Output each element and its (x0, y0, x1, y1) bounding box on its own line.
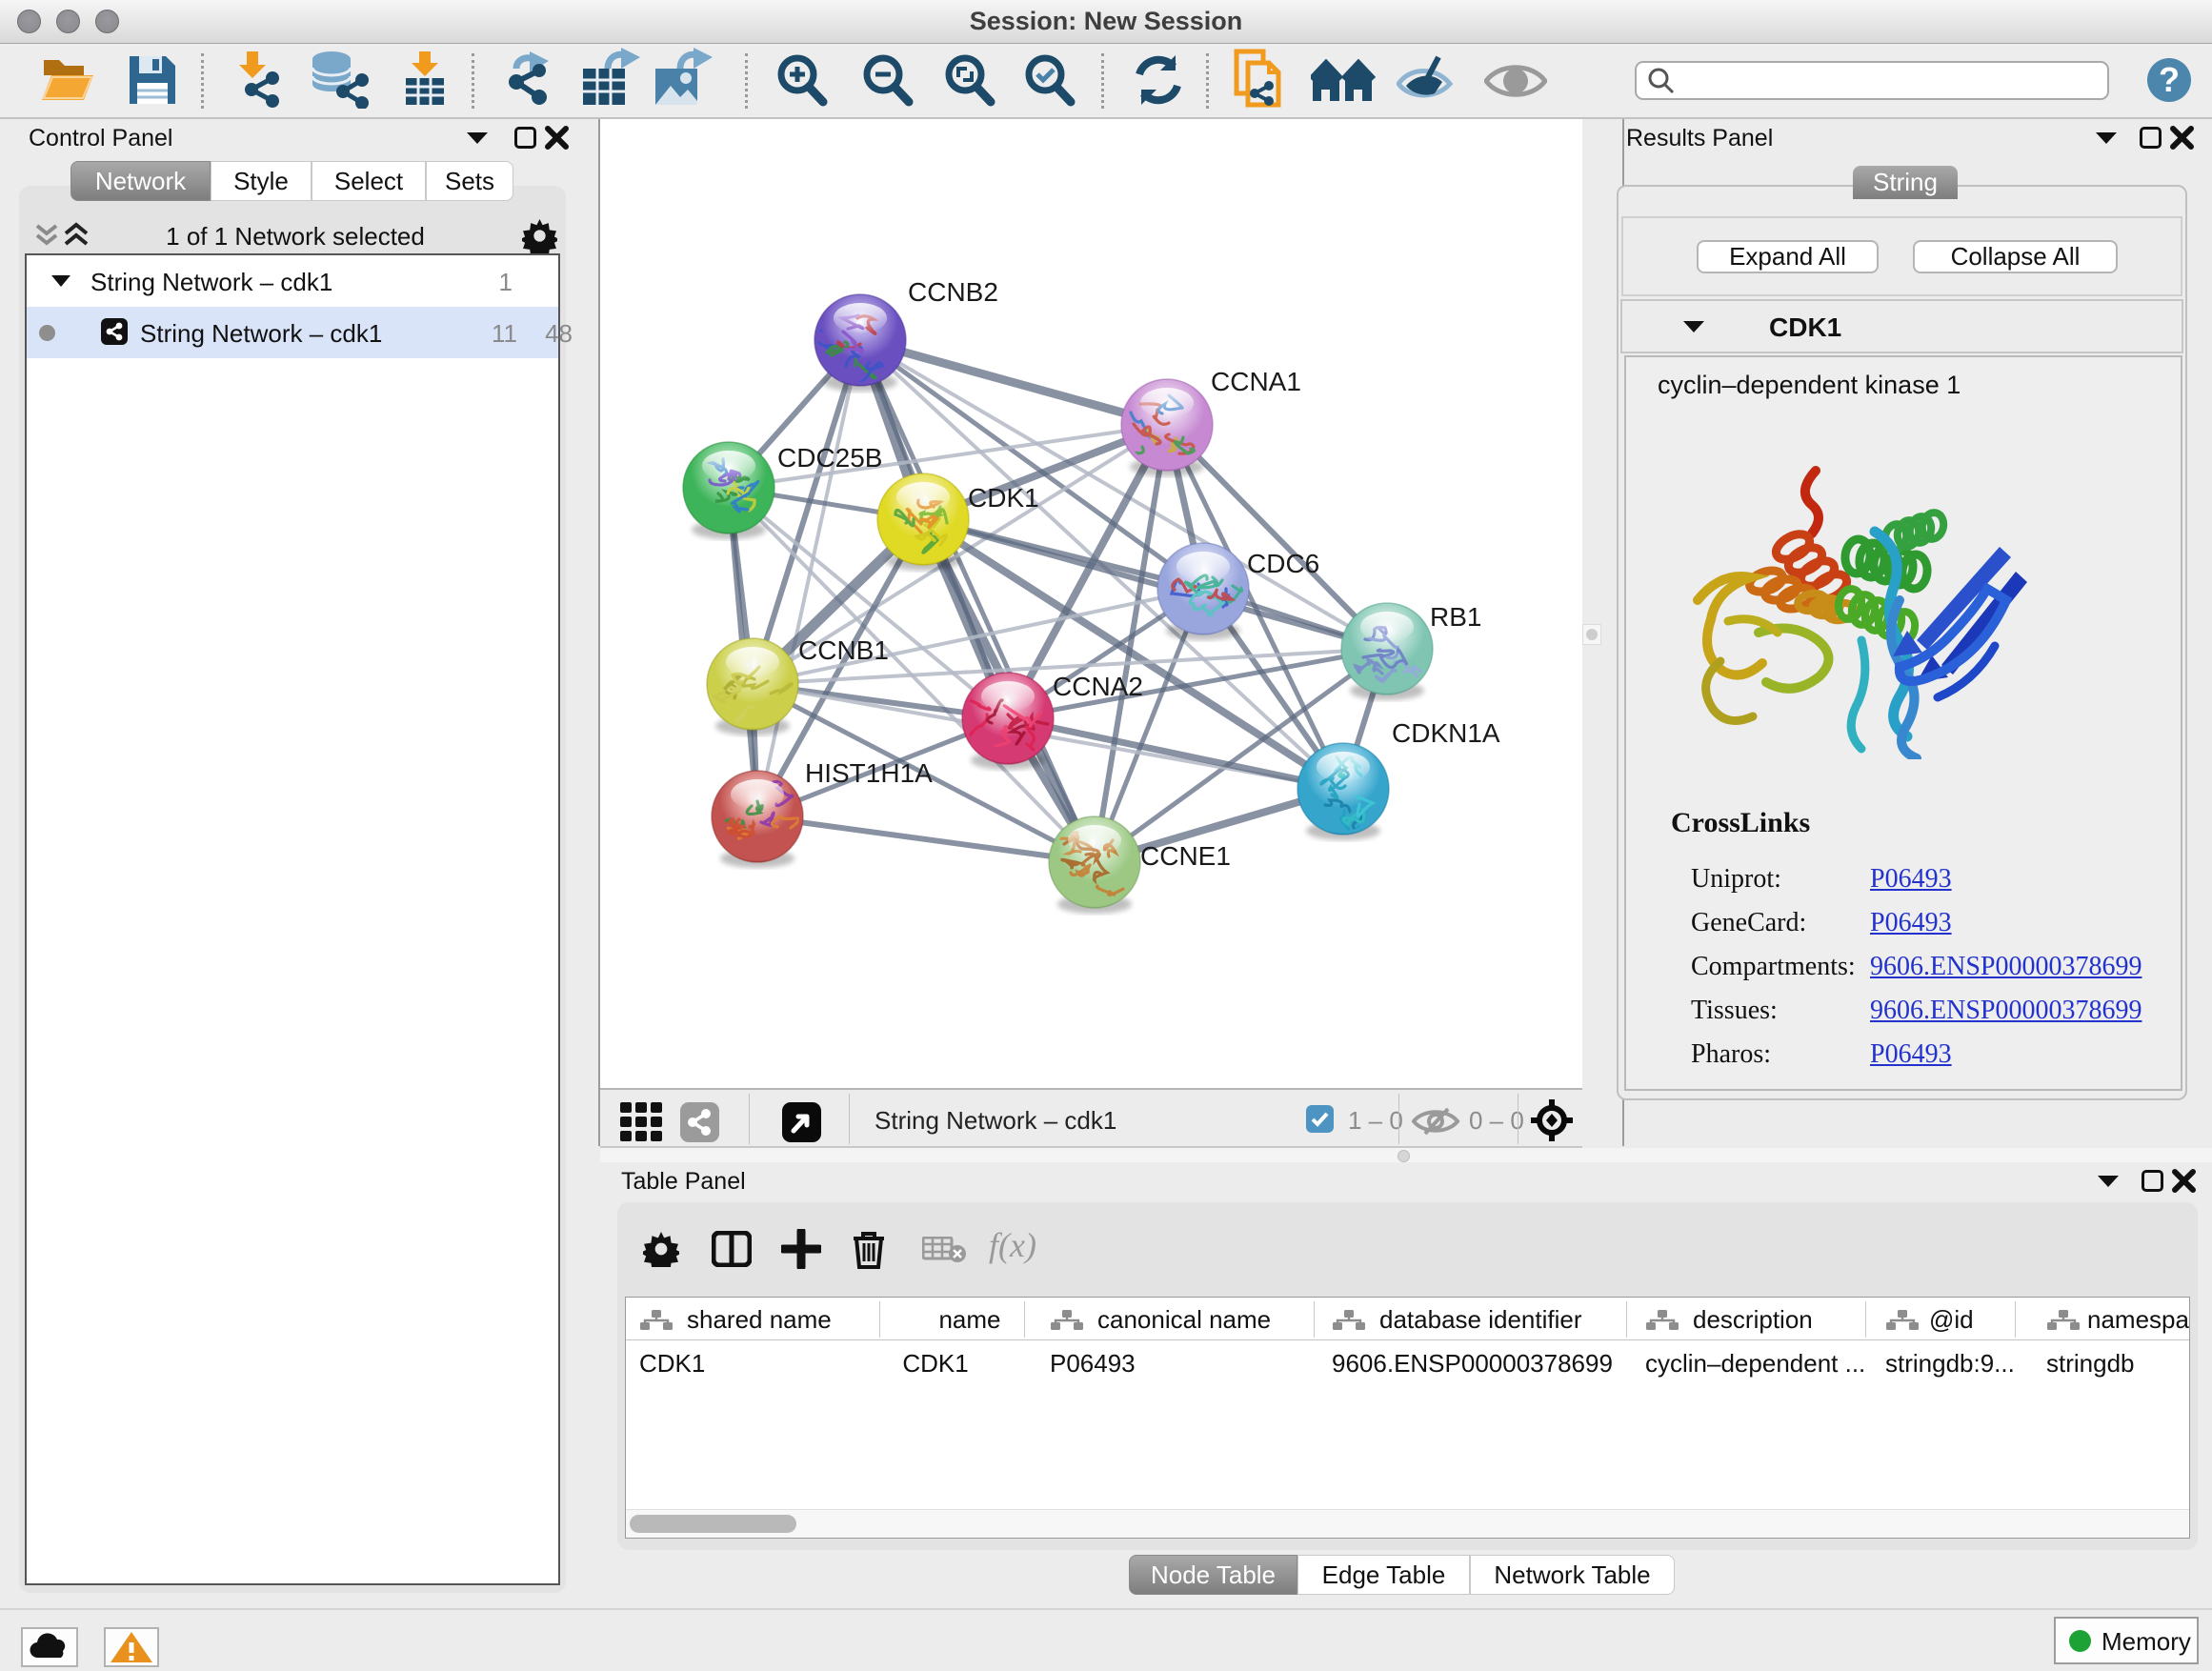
svg-text:CCNA2: CCNA2 (1053, 672, 1143, 701)
svg-text:CDC25B: CDC25B (777, 443, 882, 473)
svg-text:CDC6: CDC6 (1247, 549, 1319, 578)
svg-text:CCNB2: CCNB2 (908, 277, 998, 307)
svg-text:CDKN1A: CDKN1A (1392, 718, 1500, 748)
svg-text:RB1: RB1 (1430, 602, 1481, 632)
svg-text:CCNE1: CCNE1 (1140, 841, 1231, 871)
svg-text:CCNB1: CCNB1 (798, 635, 889, 665)
svg-text:HIST1H1A: HIST1H1A (805, 758, 933, 788)
svg-text:CCNA1: CCNA1 (1211, 367, 1301, 396)
svg-text:CDK1: CDK1 (968, 483, 1039, 513)
